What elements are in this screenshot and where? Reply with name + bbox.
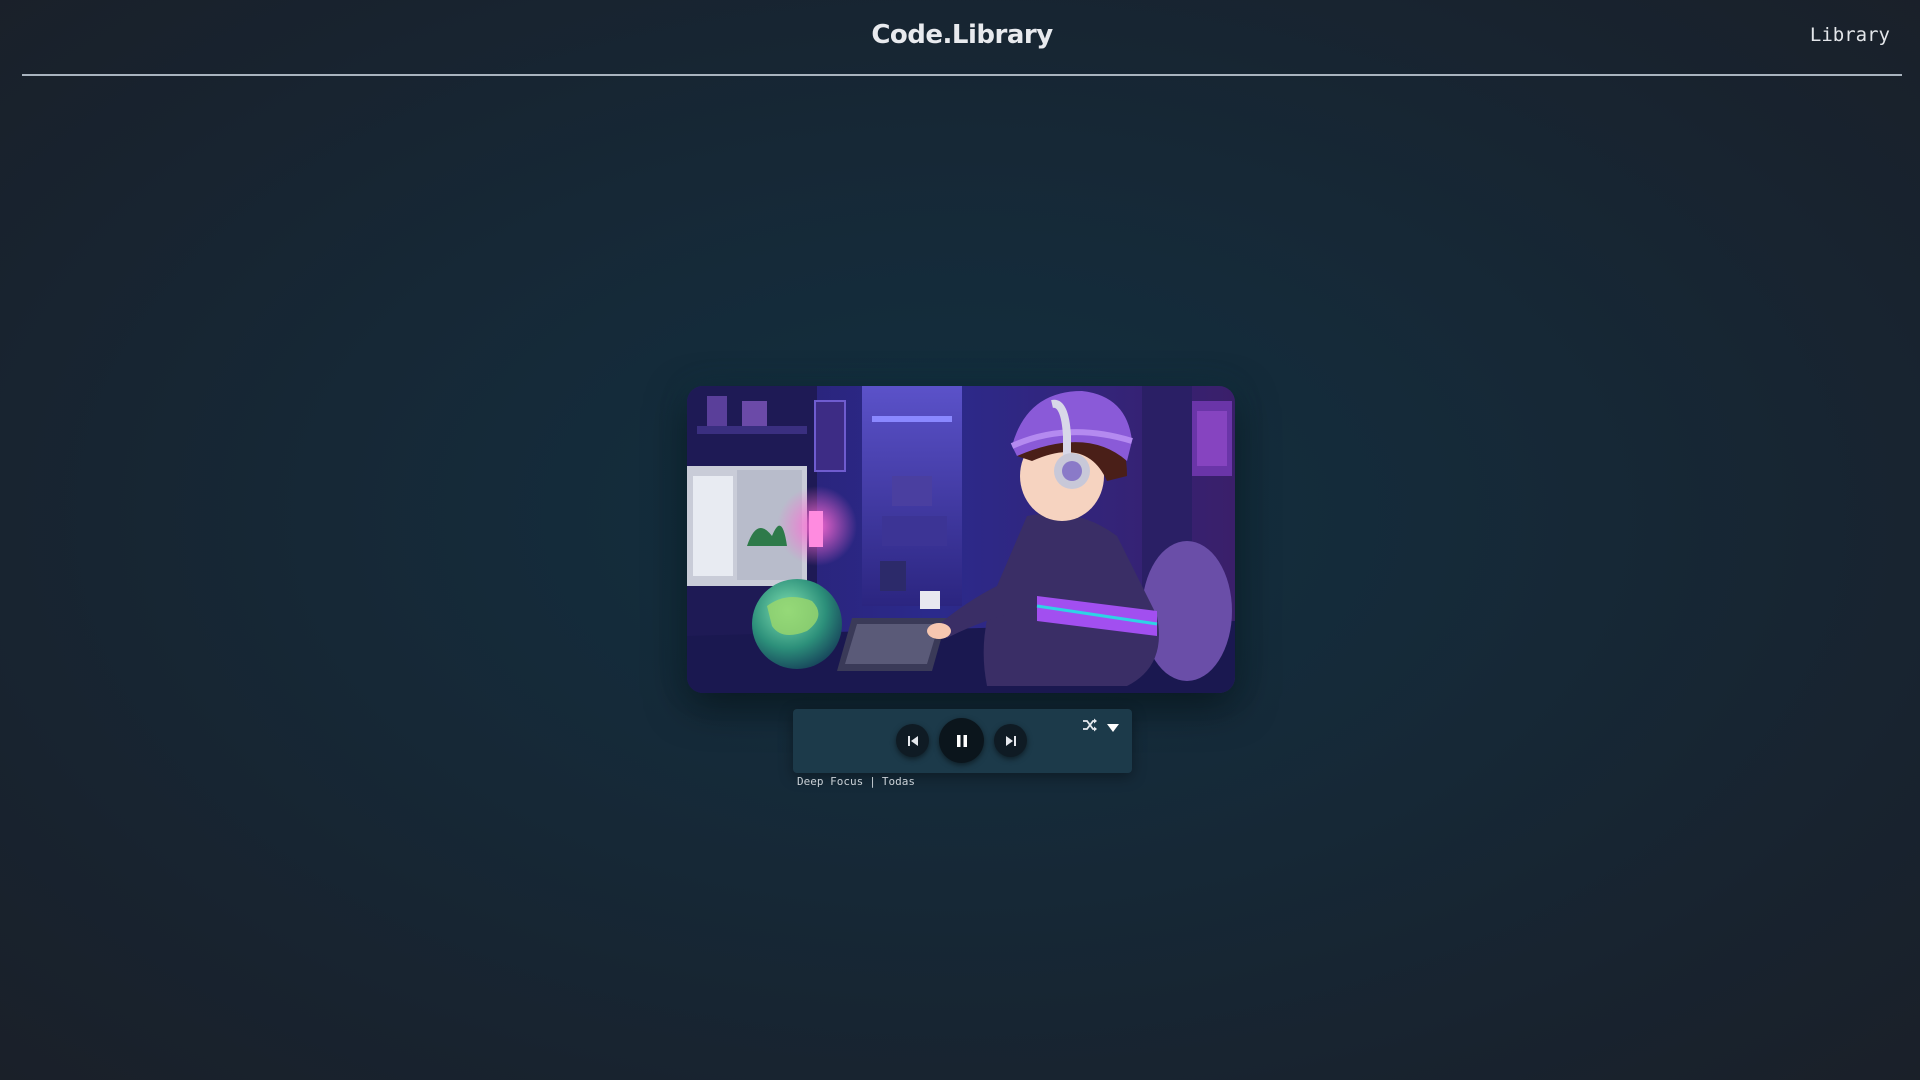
next-button[interactable] (994, 724, 1027, 757)
brand-title[interactable]: Code.Library (22, 20, 1902, 50)
artwork-illustration (687, 386, 1235, 693)
header: Code.Library Library (22, 0, 1902, 76)
playlist-name[interactable]: Deep Focus (797, 775, 863, 788)
pause-icon (956, 734, 967, 747)
play-pause-button[interactable] (939, 718, 984, 763)
skip-next-icon (1005, 735, 1016, 746)
nav-library-link[interactable]: Library (1810, 24, 1890, 46)
chevron-down-icon (1107, 724, 1119, 732)
separator: | (869, 775, 876, 788)
skip-previous-icon (907, 735, 918, 746)
album-artwork (687, 386, 1235, 693)
shuffle-icon (1083, 718, 1097, 732)
filter-name[interactable]: Todas (882, 775, 915, 788)
shuffle-button[interactable] (1082, 717, 1098, 733)
player-controls (793, 709, 1132, 773)
now-playing-label: Deep Focus | Todas (797, 775, 915, 788)
dropdown-button[interactable] (1106, 719, 1120, 732)
previous-button[interactable] (896, 724, 929, 757)
